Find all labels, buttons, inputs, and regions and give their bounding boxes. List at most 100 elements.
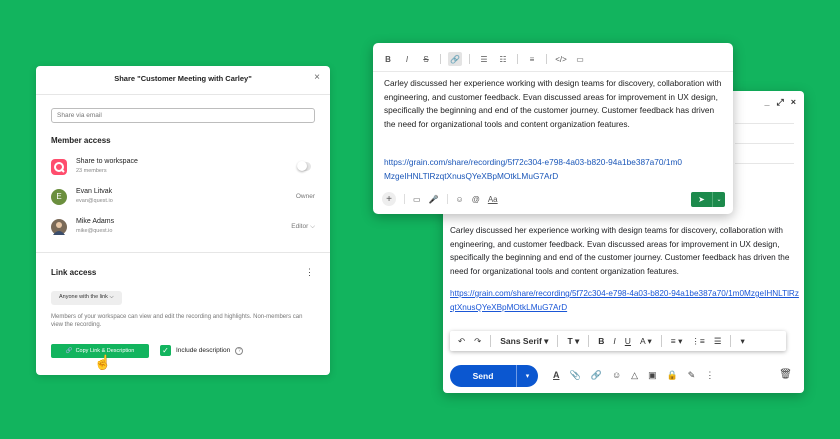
link-icon: 🔗 [65, 348, 73, 354]
redo-icon[interactable]: ↷ [474, 336, 481, 347]
link-access-dropdown[interactable]: Anyone with the link ⌵ [51, 291, 122, 305]
email-body-text[interactable]: Carley discussed her experience working … [450, 224, 800, 278]
align-select[interactable]: ≡ ▾ [671, 336, 683, 347]
send-button[interactable]: Send [450, 365, 516, 387]
divider [588, 335, 590, 347]
member-role: Owner [295, 193, 315, 200]
italic-button[interactable]: I [400, 52, 414, 66]
emoji-icon[interactable]: ☺ [612, 370, 621, 381]
bold-button[interactable]: B [381, 52, 395, 66]
divider [446, 194, 448, 204]
minimize-icon[interactable]: _ [765, 97, 770, 108]
workspace-logo-icon [51, 159, 67, 175]
insert-link-icon[interactable]: 🔗 [591, 370, 602, 381]
text-color-select[interactable]: A ▾ [640, 336, 652, 347]
close-icon[interactable]: × [791, 97, 796, 108]
recipient-field[interactable] [735, 123, 794, 124]
avatar [51, 219, 67, 235]
signature-icon[interactable]: ✎ [688, 370, 696, 381]
link-access-description: Members of your workspace can view and e… [51, 314, 303, 328]
link-access-heading: Link access [51, 268, 97, 277]
more-options-icon[interactable]: ⋮ [705, 370, 714, 381]
strikethrough-button[interactable]: S [419, 52, 433, 66]
numbered-list-icon[interactable]: ☷ [496, 52, 510, 66]
member-row-evan: E Evan Litvak evan@quest.io Owner [51, 188, 315, 208]
video-icon[interactable]: ▭ [413, 195, 421, 204]
editor-toolbar: B I S 🔗 ☰ ☷ ≡ </> ▭ [381, 52, 587, 66]
member-email: evan@quest.io [76, 198, 113, 204]
send-button-group: Send ▾ [450, 365, 538, 387]
divider [373, 71, 733, 72]
font-size-select[interactable]: T ▾ [567, 336, 579, 347]
italic-button[interactable]: I [613, 336, 615, 346]
attach-file-icon[interactable]: 📎 [570, 370, 581, 381]
insert-photo-icon[interactable]: ▣ [648, 370, 657, 381]
share-email-input[interactable] [51, 108, 315, 123]
bulleted-list-icon[interactable]: ☰ [714, 336, 722, 347]
confidential-mode-icon[interactable]: 🔒 [667, 370, 678, 381]
mention-icon[interactable]: @ [472, 195, 480, 204]
send-icon[interactable]: ➤ [691, 192, 713, 207]
quote-icon[interactable]: ≡ [525, 52, 539, 66]
message-editor: B I S 🔗 ☰ ☷ ≡ </> ▭ Carley discussed her… [373, 43, 733, 214]
member-name: Mike Adams [76, 218, 115, 225]
cc-field[interactable] [735, 143, 794, 144]
emoji-icon[interactable]: ☺ [456, 195, 464, 204]
window-controls: _ ⤢ × [765, 97, 796, 108]
info-icon[interactable]: ? [235, 346, 244, 355]
compose-tools: A 📎 🔗 ☺ △ ▣ 🔒 ✎ ⋮ [553, 370, 714, 381]
numbered-list-icon[interactable]: ⋮≡ [691, 336, 704, 347]
subject-field[interactable] [735, 163, 794, 164]
divider [660, 335, 662, 347]
member-name: Evan Litvak [76, 188, 113, 195]
workspace-share-toggle[interactable] [297, 161, 311, 171]
divider [36, 94, 330, 95]
editor-send-button-group: ➤ ⌄ [691, 192, 725, 207]
divider [557, 335, 559, 347]
share-dialog-title: Share "Customer Meeting with Carley" [114, 74, 252, 83]
bulleted-list-icon[interactable]: ☰ [477, 52, 491, 66]
more-options-icon[interactable]: ⋮ [305, 267, 314, 278]
hand-cursor-icon: ☝ [94, 354, 112, 370]
undo-icon[interactable]: ↶ [458, 336, 465, 347]
recording-link[interactable]: https://grain.com/share/recording/5f72c3… [384, 156, 684, 183]
microphone-icon[interactable]: 🎤 [429, 195, 439, 204]
member-row-mike: Mike Adams mike@quest.io Editor ⌵ [51, 218, 315, 238]
underline-button[interactable]: U [625, 336, 631, 346]
send-options-icon[interactable]: ▾ [516, 365, 538, 387]
chevron-down-icon[interactable]: ⌄ [713, 192, 725, 207]
divider [36, 252, 330, 253]
divider [404, 194, 405, 204]
drive-icon[interactable]: △ [631, 370, 638, 381]
avatar: E [51, 189, 67, 205]
divider [469, 54, 470, 64]
divider [440, 54, 441, 64]
bold-button[interactable]: B [598, 336, 604, 346]
code-icon[interactable]: </> [554, 52, 568, 66]
code-block-icon[interactable]: ▭ [573, 52, 587, 66]
add-icon[interactable]: + [382, 192, 396, 206]
member-name: Share to workspace [76, 158, 138, 165]
member-row-workspace: Share to workspace 23 members [51, 158, 315, 178]
close-icon[interactable]: × [314, 72, 320, 83]
divider [546, 54, 547, 64]
editor-bottom-toolbar: + ▭ 🎤 ☺ @ Aa [382, 192, 498, 206]
member-role-dropdown[interactable]: Editor ⌵ [291, 223, 315, 231]
font-family-select[interactable]: Sans Serif ▾ [500, 336, 548, 347]
trash-icon[interactable]: 🗑 [779, 369, 792, 380]
divider [730, 335, 732, 347]
divider [517, 54, 518, 64]
formatting-toolbar: ↶ ↷ Sans Serif ▾ T ▾ B I U A ▾ ≡ ▾ ⋮≡ ☰ … [450, 331, 786, 351]
checkbox-checked-icon[interactable]: ✓ [160, 345, 171, 356]
expand-icon[interactable]: ⤢ [777, 97, 784, 108]
formatting-options-icon[interactable]: A [553, 370, 560, 381]
text-format-icon[interactable]: Aa [488, 195, 498, 204]
member-email: mike@quest.io [76, 228, 113, 234]
divider [490, 335, 492, 347]
recording-link[interactable]: https://grain.com/share/recording/5f72c3… [450, 287, 800, 314]
link-icon[interactable]: 🔗 [448, 52, 462, 66]
include-description-checkbox[interactable]: ✓ Include description ? [160, 345, 244, 356]
editor-body-text[interactable]: Carley discussed her experience working … [384, 77, 724, 131]
more-formatting-icon[interactable]: ▾ [740, 336, 744, 347]
member-access-heading: Member access [51, 136, 111, 145]
